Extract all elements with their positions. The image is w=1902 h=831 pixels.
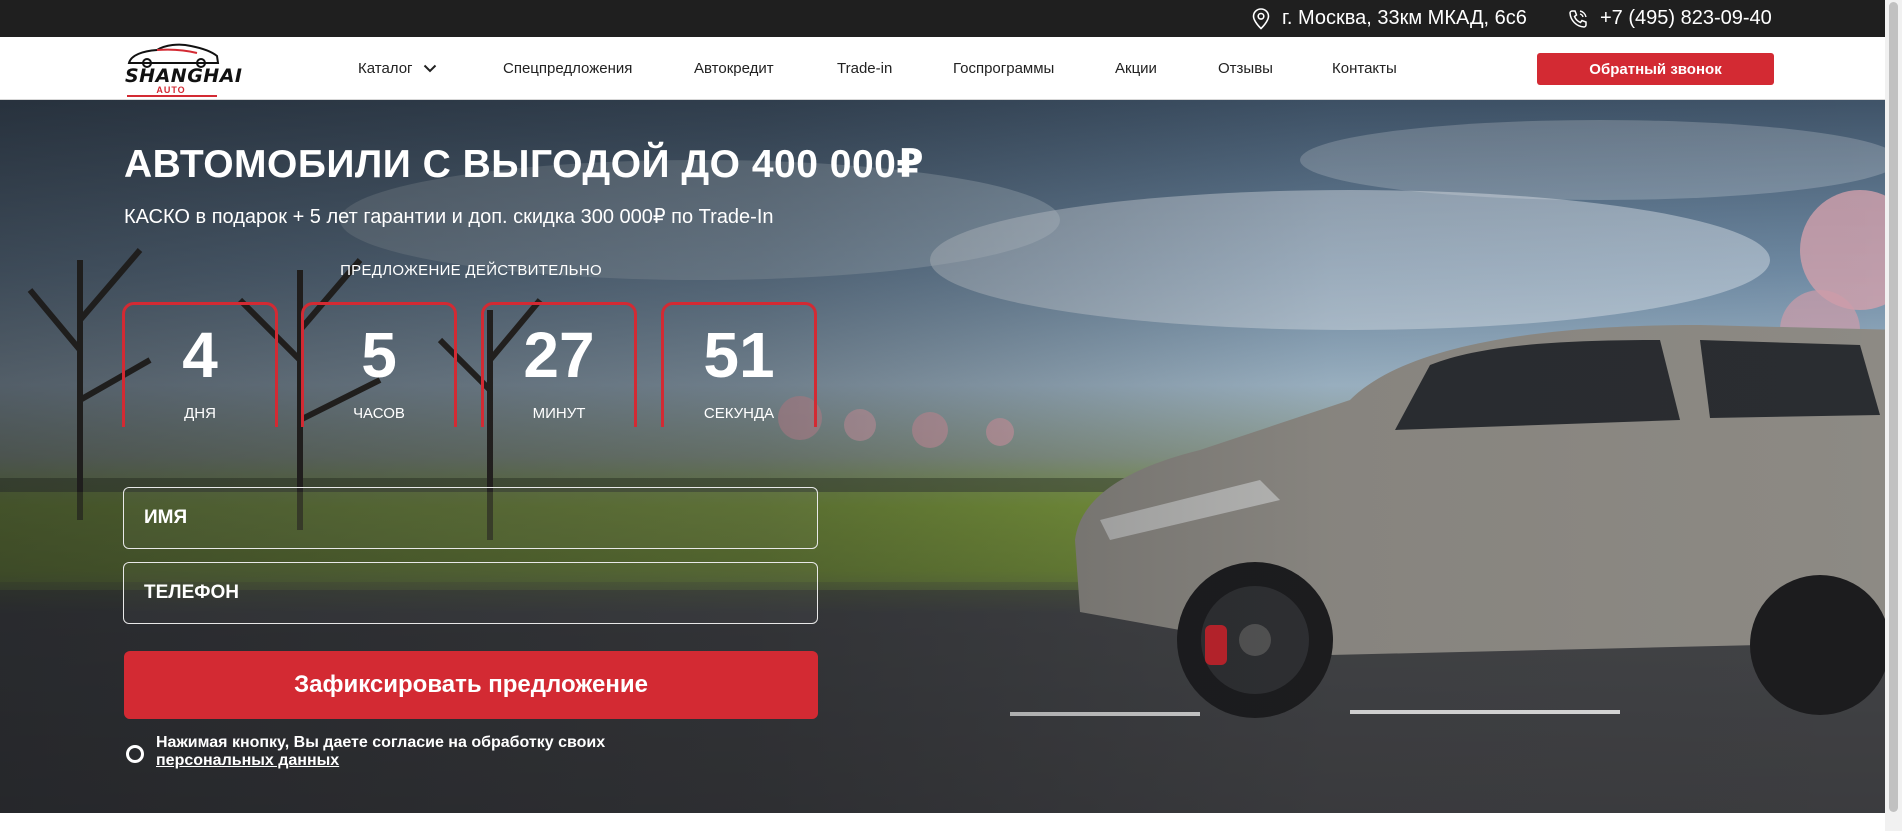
countdown-timer: 4 ДНЯ 5 ЧАСОВ 27 МИНУТ 51 СЕКУНДА (122, 302, 822, 432)
nav-item-label: Отзывы (1218, 59, 1273, 77)
countdown-unit: СЕКУНДА (703, 405, 775, 422)
site-header: SHANGHAI AUTO Каталог Спецпредложения Ав… (0, 37, 1902, 100)
countdown-unit: МИНУТ (532, 405, 586, 422)
phone-block[interactable]: +7 (495) 823-09-40 (1568, 0, 1772, 37)
nav-item-label: Спецпредложения (503, 59, 633, 77)
countdown-hours: 5 ЧАСОВ (301, 302, 457, 427)
chevron-down-icon (423, 64, 436, 72)
nav-item-car-loan[interactable]: Автокредит (694, 37, 774, 99)
nav-item-label: Trade-in (837, 59, 893, 77)
nav-item-label: Акции (1115, 59, 1157, 77)
phone-number[interactable]: +7 (495) 823-09-40 (1600, 7, 1772, 30)
nav-item-label: Контакты (1332, 59, 1397, 77)
nav-item-promotions[interactable]: Акции (1115, 37, 1157, 99)
consent-label: Нажимая кнопку, Вы даете согласие на обр… (156, 734, 606, 751)
countdown-value: 51 (703, 319, 775, 391)
scrollbar-thumb[interactable] (1889, 2, 1898, 812)
name-input[interactable] (124, 488, 817, 548)
nav-item-label: Каталог (358, 59, 413, 77)
address-block: г. Москва, 33км МКАД, 6с6 (1252, 0, 1527, 37)
offer-valid-label: ПРЕДЛОЖЕНИЕ ДЕЙСТВИТЕЛЬНО (340, 262, 602, 279)
phone-icon (1569, 9, 1587, 28)
phone-input[interactable] (124, 563, 817, 623)
nav-item-contacts[interactable]: Контакты (1332, 37, 1397, 99)
top-bar: г. Москва, 33км МКАД, 6с6 +7 (495) 823-0… (0, 0, 1902, 37)
submit-offer-button[interactable]: Зафиксировать предложение (124, 651, 818, 719)
hero-subtitle: КАСКО в подарок + 5 лет гарантии и доп. … (124, 206, 774, 228)
consent-radio[interactable] (126, 745, 144, 763)
nav-item-special-offers[interactable]: Спецпредложения (503, 37, 632, 99)
countdown-value: 27 (523, 319, 595, 391)
nav-item-catalog[interactable]: Каталог (358, 37, 437, 99)
countdown-value: 5 (361, 319, 397, 391)
nav-item-reviews[interactable]: Отзывы (1218, 37, 1273, 99)
nav-item-label: Госпрограммы (953, 59, 1055, 77)
phone-field-wrapper (123, 562, 818, 624)
countdown-seconds: 51 СЕКУНДА (661, 302, 817, 427)
hero-title: АВТОМОБИЛИ С ВЫГОДОЙ ДО 400 000₽ (124, 143, 924, 186)
page-scrollbar[interactable] (1885, 0, 1902, 831)
countdown-value: 4 (182, 319, 218, 391)
countdown-minutes: 27 МИНУТ (481, 302, 637, 427)
hero-banner: АВТОМОБИЛИ С ВЫГОДОЙ ДО 400 000₽ КАСКО в… (0, 100, 1902, 813)
personal-data-link[interactable]: персональных данных (156, 752, 339, 769)
name-field-wrapper (123, 487, 818, 549)
countdown-unit: ЧАСОВ (353, 405, 405, 422)
countdown-days: 4 ДНЯ (122, 302, 278, 427)
address-text: г. Москва, 33км МКАД, 6с6 (1282, 7, 1527, 29)
nav-item-gov-programs[interactable]: Госпрограммы (953, 37, 1054, 99)
consent-text: Нажимая кнопку, Вы даете согласие на обр… (156, 734, 605, 770)
nav-item-trade-in[interactable]: Trade-in (837, 37, 892, 99)
nav-item-label: Автокредит (694, 59, 774, 77)
consent-block: Нажимая кнопку, Вы даете согласие на обр… (124, 734, 824, 774)
countdown-unit: ДНЯ (184, 405, 216, 422)
map-pin-icon (1252, 7, 1270, 30)
callback-button[interactable]: Обратный звонок (1537, 53, 1774, 85)
